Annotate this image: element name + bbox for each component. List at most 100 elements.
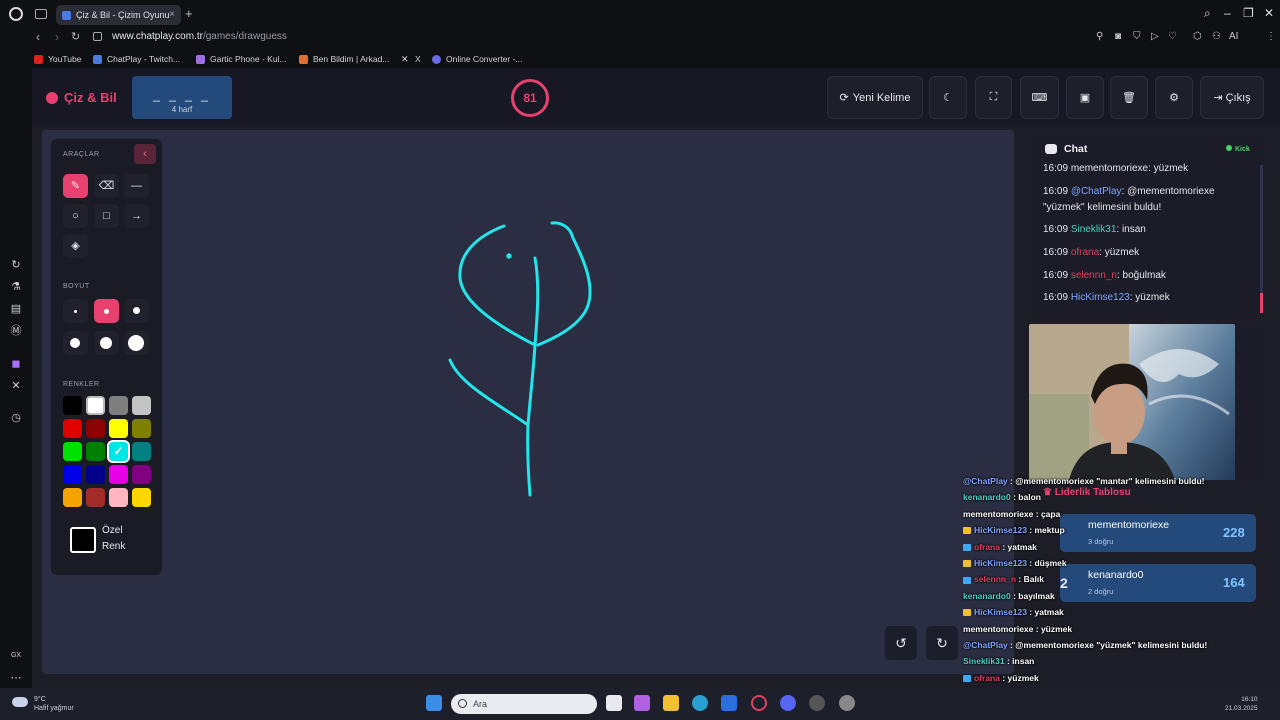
- system-clock[interactable]: 16:10 21.03.2025: [1225, 695, 1258, 713]
- size-3[interactable]: [124, 299, 149, 323]
- history-refresh-icon[interactable]: ↻: [10, 259, 22, 271]
- color-swatch[interactable]: [132, 465, 151, 484]
- close-window-icon[interactable]: ✕: [1264, 6, 1274, 20]
- brush-tool[interactable]: ✎: [63, 174, 88, 198]
- file-explorer-icon[interactable]: [663, 695, 679, 711]
- fill-tool[interactable]: ◈: [63, 234, 88, 258]
- eraser-tool[interactable]: ⌫: [94, 174, 119, 198]
- windows-start-icon[interactable]: [426, 695, 442, 711]
- url-field[interactable]: www.chatplay.com.tr/games/drawguess: [112, 31, 287, 42]
- tab-close-icon[interactable]: ×: [169, 9, 175, 20]
- play-icon[interactable]: ▷: [1151, 31, 1159, 42]
- color-swatch[interactable]: [132, 488, 151, 507]
- color-swatch[interactable]: [132, 442, 151, 461]
- line-tool[interactable]: —: [124, 174, 149, 198]
- color-swatch[interactable]: ✓: [107, 440, 130, 463]
- flask-icon[interactable]: ⚗: [10, 281, 22, 293]
- chat-user[interactable]: mementomoriexe: [1071, 163, 1148, 174]
- task-view-icon[interactable]: [606, 695, 622, 711]
- drawing-canvas[interactable]: [42, 130, 1014, 674]
- new-word-button[interactable]: ⟳ Yeni Kelime: [827, 76, 923, 119]
- color-swatch[interactable]: [109, 396, 128, 415]
- chat-user[interactable]: Sineklik31: [1071, 224, 1117, 235]
- profile-icon[interactable]: ⚇: [1212, 31, 1221, 42]
- opera-menu-icon[interactable]: [9, 7, 23, 21]
- shield-icon[interactable]: ⛉: [1133, 31, 1141, 42]
- x-sidebar-icon[interactable]: ✕: [10, 380, 22, 392]
- size-5[interactable]: [94, 331, 119, 355]
- bookmark-gartic[interactable]: Gartic Phone - Kul...: [196, 54, 287, 64]
- chat-scrollbar[interactable]: [1260, 165, 1263, 313]
- maximize-icon[interactable]: ❐: [1243, 6, 1254, 20]
- workspaces-icon[interactable]: [35, 9, 47, 19]
- minimize-icon[interactable]: –: [1224, 6, 1231, 20]
- notes-icon[interactable]: ▤: [10, 303, 22, 315]
- steam-icon[interactable]: [839, 695, 855, 711]
- undo-button[interactable]: ↺: [885, 626, 917, 660]
- clear-button[interactable]: 🗑: [1110, 76, 1148, 119]
- size-1[interactable]: [63, 299, 88, 323]
- opera-gx-icon[interactable]: [751, 695, 767, 711]
- edge-icon[interactable]: [692, 695, 708, 711]
- color-swatch[interactable]: [86, 442, 105, 461]
- search-tabs-icon[interactable]: ⌕: [1204, 6, 1211, 21]
- rectangle-tool[interactable]: □: [94, 204, 119, 228]
- fullscreen-button[interactable]: ⛶: [975, 76, 1012, 119]
- size-2[interactable]: [94, 299, 119, 323]
- bookmark-ben-bildim[interactable]: Ben Bildim | Arkad...: [299, 54, 389, 64]
- chat-user[interactable]: ofrana: [1071, 247, 1099, 258]
- color-swatch[interactable]: [63, 465, 82, 484]
- chat-user[interactable]: HicKimse123: [1071, 292, 1130, 303]
- chat-scroll-thumb[interactable]: [1260, 293, 1263, 313]
- redo-button[interactable]: ↻: [926, 626, 958, 660]
- aria-ai-icon[interactable]: AI: [1229, 31, 1238, 42]
- collapse-tools-button[interactable]: ‹: [134, 144, 156, 164]
- tab-active[interactable]: Çiz & Bil - Çizim Oyunu ×: [56, 5, 181, 25]
- bookmark-x[interactable]: ✕ X: [401, 54, 421, 64]
- color-swatch[interactable]: [63, 488, 82, 507]
- bookmark-youtube[interactable]: YouTube: [34, 54, 81, 64]
- camera-icon[interactable]: ◙: [1115, 31, 1121, 42]
- keyboard-button[interactable]: ⌨: [1020, 76, 1059, 119]
- new-tab-icon[interactable]: +: [185, 6, 193, 21]
- obs-icon[interactable]: [809, 695, 825, 711]
- taskbar-search[interactable]: Ara: [451, 694, 597, 714]
- browser-menu-icon[interactable]: ⋮: [1266, 31, 1276, 42]
- chat-user[interactable]: @ChatPlay: [1071, 186, 1122, 197]
- m-app-icon[interactable]: Ⓜ: [10, 325, 22, 337]
- dark-mode-button[interactable]: ☾: [929, 76, 967, 119]
- bookmark-online-converter[interactable]: Online Converter -...: [432, 54, 523, 64]
- custom-color-swatch[interactable]: [70, 527, 96, 553]
- color-swatch[interactable]: [109, 465, 128, 484]
- settings-button[interactable]: ⚙: [1155, 76, 1193, 119]
- forward-icon[interactable]: ›: [55, 30, 59, 44]
- twitch-icon[interactable]: ◼: [10, 358, 22, 370]
- back-icon[interactable]: ‹: [36, 30, 40, 44]
- color-swatch[interactable]: [86, 396, 105, 415]
- more-icon[interactable]: ⋯: [10, 672, 22, 684]
- archive-button[interactable]: ▣: [1066, 76, 1104, 119]
- size-6[interactable]: [124, 331, 149, 355]
- store-icon[interactable]: [721, 695, 737, 711]
- size-4[interactable]: [63, 331, 88, 355]
- reload-icon[interactable]: ↻: [71, 30, 80, 43]
- color-swatch[interactable]: [86, 419, 105, 438]
- color-swatch[interactable]: [63, 442, 82, 461]
- extensions-icon[interactable]: ⬡: [1193, 31, 1202, 42]
- color-swatch[interactable]: [63, 419, 82, 438]
- color-swatch[interactable]: [109, 488, 128, 507]
- copilot-icon[interactable]: [634, 695, 650, 711]
- exit-button[interactable]: ⇥ Çıkış: [1200, 76, 1264, 119]
- color-swatch[interactable]: [109, 419, 128, 438]
- heart-icon[interactable]: ♡: [1168, 31, 1177, 42]
- bookmark-chatplay[interactable]: ChatPlay - Twitch...: [93, 54, 180, 64]
- color-swatch[interactable]: [132, 419, 151, 438]
- color-swatch[interactable]: [63, 396, 82, 415]
- color-swatch[interactable]: [132, 396, 151, 415]
- weather-widget[interactable]: 9°C Hafif yağmur: [12, 695, 74, 713]
- circle-tool[interactable]: ○: [63, 204, 88, 228]
- pin-icon[interactable]: ⚲: [1096, 31, 1103, 42]
- clock-icon[interactable]: ◷: [10, 412, 22, 424]
- chat-user[interactable]: selennn_n: [1071, 270, 1117, 281]
- arrow-tool[interactable]: →: [124, 204, 149, 228]
